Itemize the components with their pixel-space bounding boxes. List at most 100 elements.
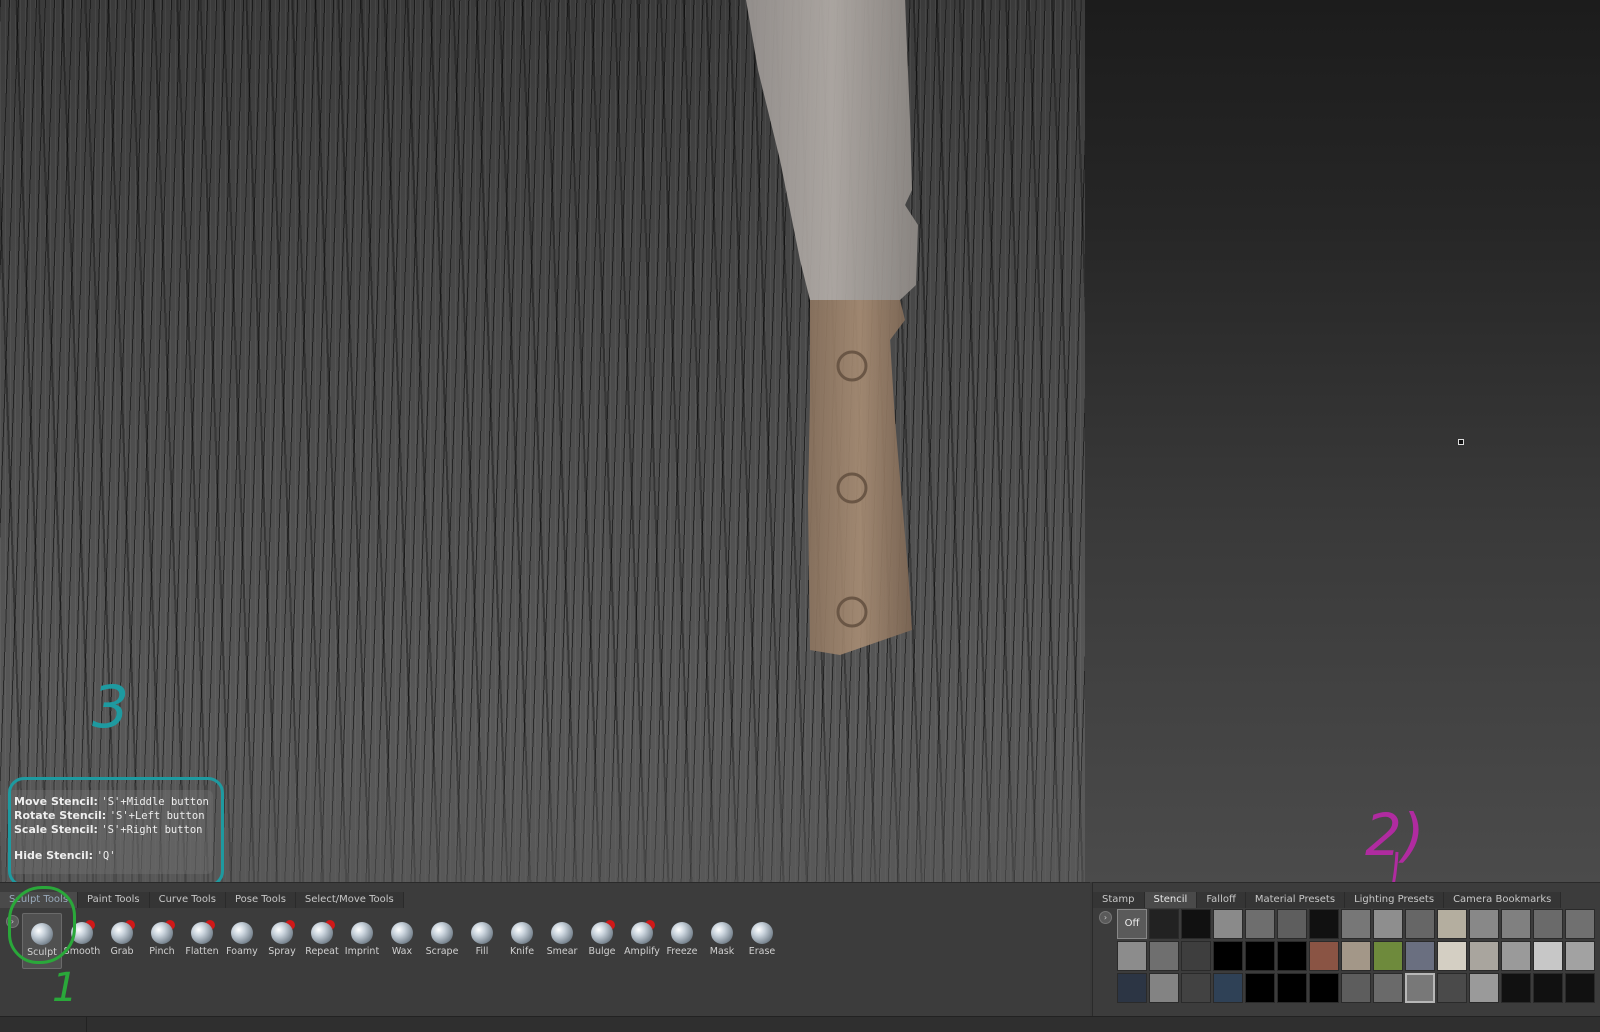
tool-knife[interactable]: Knife [502, 913, 542, 969]
stencil-thumbnail[interactable] [1277, 909, 1307, 939]
stencil-thumbnail[interactable] [1565, 973, 1595, 1003]
tool-imprint[interactable]: Imprint [342, 913, 382, 969]
stencil-thumbnail[interactable] [1533, 909, 1563, 939]
tool-pinch[interactable]: Pinch [142, 913, 182, 969]
stencil-thumbnail[interactable] [1181, 909, 1211, 939]
tool-mask[interactable]: Mask [702, 913, 742, 969]
annotation-circle-1 [8, 886, 76, 964]
stencil-thumbnail[interactable] [1149, 941, 1179, 971]
stencil-off[interactable]: Off [1117, 909, 1147, 939]
stencil-thumbnail[interactable] [1245, 973, 1275, 1003]
fill-brush-icon [471, 922, 493, 944]
stencil-thumbnail[interactable] [1277, 973, 1307, 1003]
tab-falloff[interactable]: Falloff [1197, 892, 1246, 908]
foamy-brush-icon [231, 922, 253, 944]
stencil-thumbnail[interactable] [1117, 973, 1147, 1003]
tab-stencil[interactable]: Stencil [1144, 892, 1198, 908]
tool-label: Pinch [149, 946, 175, 957]
tab-paint-tools[interactable]: Paint Tools [78, 892, 150, 908]
tab-lighting-presets[interactable]: Lighting Presets [1345, 892, 1445, 908]
tool-fill[interactable]: Fill [462, 913, 502, 969]
tool-scrape[interactable]: Scrape [422, 913, 462, 969]
stencil-thumbnail[interactable] [1437, 973, 1467, 1003]
stencil-thumbnail[interactable] [1437, 941, 1467, 971]
tool-label: Grab [110, 946, 134, 957]
tool-flatten[interactable]: Flatten [182, 913, 222, 969]
stencil-thumbnail[interactable] [1565, 941, 1595, 971]
tool-label: Spray [268, 946, 296, 957]
tab-pose-tools[interactable]: Pose Tools [225, 892, 296, 908]
stencil-thumbnail[interactable] [1245, 909, 1275, 939]
stencil-thumbnail[interactable] [1565, 909, 1595, 939]
stencil-thumbnail[interactable] [1213, 909, 1243, 939]
stencil-thumbnail[interactable] [1309, 941, 1339, 971]
stencil-thumbnail[interactable] [1373, 973, 1403, 1003]
tool-amplify[interactable]: Amplify [622, 913, 662, 969]
stencil-thumbnail[interactable] [1149, 973, 1179, 1003]
stencil-thumbnail[interactable] [1149, 909, 1179, 939]
tool-label: Freeze [666, 946, 698, 957]
stencil-thumbnail[interactable] [1501, 941, 1531, 971]
stencil-thumbnail[interactable] [1117, 941, 1147, 971]
stencil-thumbnail[interactable] [1309, 973, 1339, 1003]
brush-cursor [1458, 439, 1464, 445]
tool-freeze[interactable]: Freeze [662, 913, 702, 969]
stencil-thumbnail[interactable] [1533, 941, 1563, 971]
tool-list: Sculpt Smooth Grab Pinch Flatten Foamy Spray Re… [22, 913, 782, 969]
tool-grab[interactable]: Grab [102, 913, 142, 969]
tool-label: Mask [709, 946, 735, 957]
stencil-thumbnail[interactable] [1213, 941, 1243, 971]
tab-stamp[interactable]: Stamp [1093, 892, 1145, 908]
stencil-thumbnail[interactable] [1373, 941, 1403, 971]
tool-wax[interactable]: Wax [382, 913, 422, 969]
annotation-3: 3 [92, 673, 129, 741]
status-bar [0, 1016, 1600, 1032]
stencil-thumbnail[interactable] [1405, 909, 1435, 939]
stencil-thumbnail[interactable] [1405, 941, 1435, 971]
3d-viewport[interactable]: Move Stencil: 'S'+Middle button Rotate S… [0, 0, 1600, 882]
stencil-thumbnail[interactable] [1245, 941, 1275, 971]
annotation-1: 1 [52, 965, 78, 1011]
scrape-brush-icon [431, 922, 453, 944]
stencil-thumbnail[interactable] [1501, 973, 1531, 1003]
spray-brush-icon [271, 922, 293, 944]
tool-label: Foamy [226, 946, 258, 957]
stencil-thumbnail[interactable] [1341, 941, 1371, 971]
tool-spray[interactable]: Spray [262, 913, 302, 969]
tool-label: Repeat [305, 946, 339, 957]
tool-smear[interactable]: Smear [542, 913, 582, 969]
smear-brush-icon [551, 922, 573, 944]
stencil-thumbnail[interactable] [1501, 909, 1531, 939]
tab-material-presets[interactable]: Material Presets [1245, 892, 1346, 908]
stencil-thumbnail[interactable] [1309, 909, 1339, 939]
stencil-thumbnail[interactable] [1533, 973, 1563, 1003]
tool-foamy[interactable]: Foamy [222, 913, 262, 969]
tab-curve-tools[interactable]: Curve Tools [149, 892, 226, 908]
tool-label: Knife [509, 946, 535, 957]
tool-repeat[interactable]: Repeat [302, 913, 342, 969]
expand-icon[interactable]: › [1099, 911, 1112, 924]
stencil-grid: Off [1117, 909, 1595, 1003]
tool-bulge[interactable]: Bulge [582, 913, 622, 969]
stencil-thumbnail[interactable] [1341, 973, 1371, 1003]
knife-brush-icon [511, 922, 533, 944]
stencil-thumbnail[interactable] [1469, 941, 1499, 971]
stencil-thumbnail[interactable] [1181, 941, 1211, 971]
amplify-brush-icon [631, 922, 653, 944]
stencil-thumbnail[interactable] [1181, 973, 1211, 1003]
stencil-thumbnail[interactable] [1373, 909, 1403, 939]
tab-select-move-tools[interactable]: Select/Move Tools [295, 892, 404, 908]
tab-camera-bookmarks[interactable]: Camera Bookmarks [1444, 892, 1562, 908]
pinch-brush-icon [151, 922, 173, 944]
tool-label: Wax [391, 946, 413, 957]
mask-brush-icon [711, 922, 733, 944]
stencil-thumbnail[interactable] [1469, 909, 1499, 939]
stencil-thumbnail[interactable] [1277, 941, 1307, 971]
tool-erase[interactable]: Erase [742, 913, 782, 969]
stencil-thumbnail[interactable] [1213, 973, 1243, 1003]
tool-label: Smear [546, 946, 578, 957]
stencil-thumbnail[interactable] [1437, 909, 1467, 939]
stencil-thumbnail[interactable] [1341, 909, 1371, 939]
stencil-thumbnail[interactable] [1405, 973, 1435, 1003]
stencil-thumbnail[interactable] [1469, 973, 1499, 1003]
